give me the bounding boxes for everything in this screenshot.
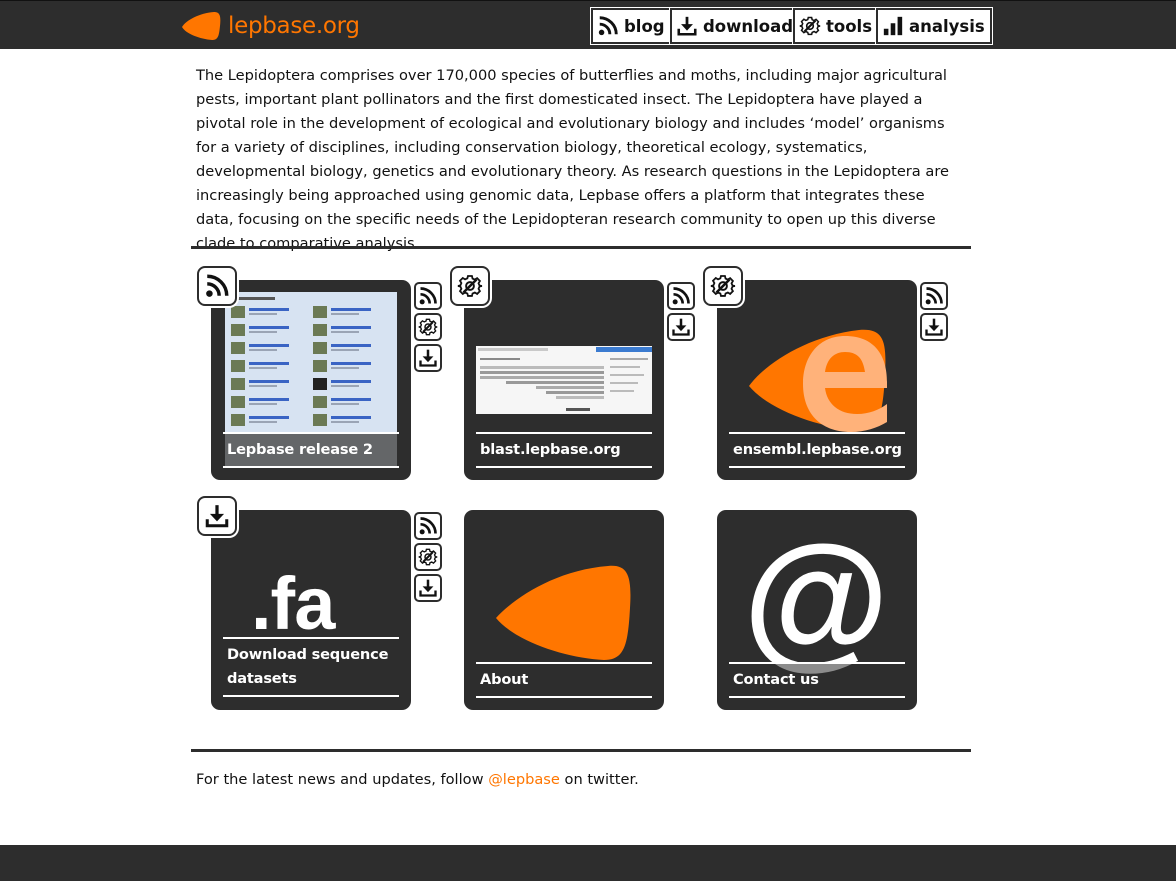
- bottom-bar: [0, 845, 1176, 881]
- ensembl-logo-icon: [749, 329, 887, 432]
- nav-download-button[interactable]: download: [668, 7, 802, 45]
- gear-icon: [457, 273, 483, 299]
- gear-icon: [418, 317, 438, 337]
- rss-icon: [204, 273, 230, 299]
- rss-icon: [418, 286, 438, 306]
- lepbase-logo-icon: [496, 565, 631, 660]
- gear-icon: [710, 273, 736, 299]
- blast-screenshot-thumbnail: [476, 346, 652, 414]
- top-navbar: lepbase.org blog download tools analysis: [0, 0, 1176, 49]
- nav-analysis-button[interactable]: analysis: [875, 7, 993, 45]
- download-icon: [418, 578, 438, 598]
- download-icon: [924, 317, 944, 337]
- fasta-file-icon: .fa: [251, 562, 335, 645]
- nav-blog-button[interactable]: blog: [590, 7, 673, 45]
- lepbase-logo-icon: [182, 12, 221, 40]
- tile-label: About: [476, 662, 652, 698]
- intro-paragraph: The Lepidoptera comprises over 170,000 s…: [196, 67, 949, 252]
- tile-ensembl[interactable]: ensembl.lepbase.org: [717, 280, 917, 480]
- rss-icon: [597, 15, 619, 37]
- tile-label: Lepbase release 2: [223, 432, 399, 468]
- download-icon: [204, 503, 230, 529]
- tile-side-download[interactable]: [920, 313, 948, 341]
- tile-blast[interactable]: blast.lepbase.org: [464, 280, 664, 480]
- tile-lepbase-release[interactable]: Lepbase release 2: [211, 280, 411, 480]
- rss-icon: [418, 516, 438, 536]
- nav-tools-label: tools: [826, 16, 873, 36]
- tile-side-tools[interactable]: [414, 543, 442, 571]
- nav-download-label: download: [703, 16, 794, 36]
- nav-tools-button[interactable]: tools: [791, 7, 881, 45]
- tile-badge-download[interactable]: [197, 496, 237, 536]
- tile-side-download[interactable]: [414, 344, 442, 372]
- brand-name: lepbase.org: [228, 13, 360, 39]
- tile-download-datasets[interactable]: .fa Download sequence datasets: [211, 510, 411, 710]
- tile-badge-tools[interactable]: [450, 266, 490, 306]
- tile-side-download[interactable]: [414, 574, 442, 602]
- rss-icon: [671, 286, 691, 306]
- tile-side-rss[interactable]: [414, 282, 442, 310]
- rss-icon: [924, 286, 944, 306]
- download-icon: [671, 317, 691, 337]
- brand-logo-link[interactable]: lepbase.org: [180, 8, 360, 44]
- tile-label: Download sequence datasets: [223, 637, 399, 697]
- download-icon: [676, 15, 698, 37]
- nav-analysis-label: analysis: [909, 16, 985, 36]
- tile-about[interactable]: About: [464, 510, 664, 710]
- bar-chart-icon: [882, 15, 904, 37]
- gear-icon: [799, 15, 821, 37]
- tile-side-rss[interactable]: [920, 282, 948, 310]
- nav-blog-label: blog: [624, 16, 665, 36]
- at-sign-icon: @: [743, 514, 890, 682]
- download-icon: [418, 348, 438, 368]
- tile-label: blast.lepbase.org: [476, 432, 652, 468]
- tile-side-rss[interactable]: [414, 512, 442, 540]
- section-divider: [191, 749, 971, 752]
- gear-icon: [418, 547, 438, 567]
- tile-side-tools[interactable]: [414, 313, 442, 341]
- section-divider: [191, 246, 971, 249]
- tile-label: ensembl.lepbase.org: [729, 432, 905, 468]
- tile-badge-rss[interactable]: [197, 266, 237, 306]
- tile-contact[interactable]: @ Contact us: [717, 510, 917, 710]
- tile-label: Contact us: [729, 662, 905, 698]
- tile-side-rss[interactable]: [667, 282, 695, 310]
- twitter-follow-note: For the latest news and updates, follow …: [196, 771, 639, 788]
- twitter-link[interactable]: @lepbase: [488, 771, 560, 788]
- tile-badge-tools[interactable]: [703, 266, 743, 306]
- tile-side-download[interactable]: [667, 313, 695, 341]
